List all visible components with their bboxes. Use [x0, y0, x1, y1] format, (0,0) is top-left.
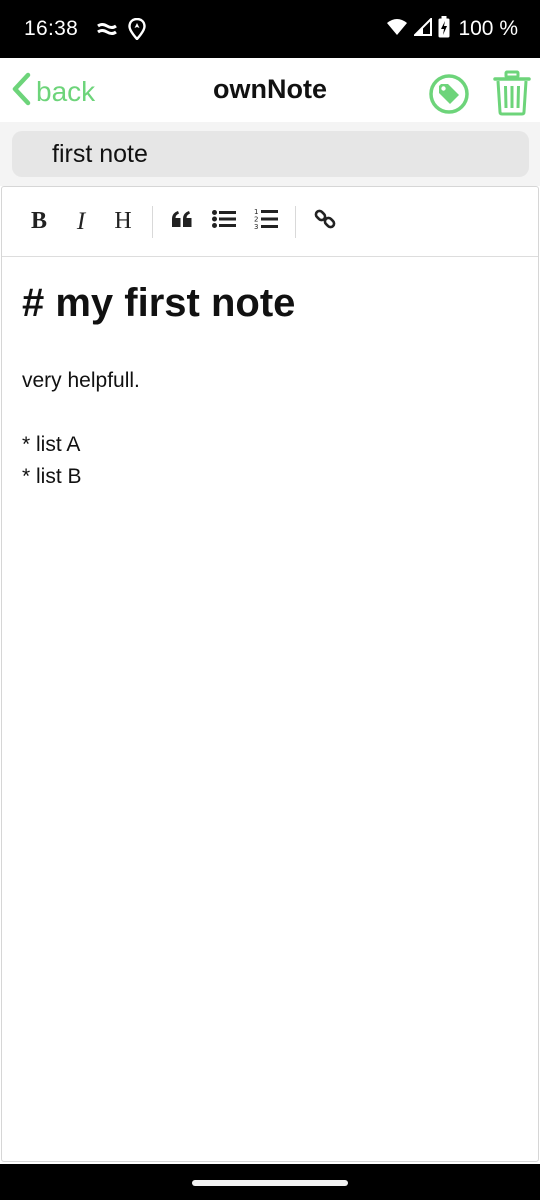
home-handle[interactable]	[192, 1180, 348, 1186]
title-area	[0, 122, 540, 186]
tag-button[interactable]	[428, 73, 470, 115]
messages-icon	[96, 21, 118, 37]
numbered-list-button[interactable]: 1 2 3	[245, 201, 287, 243]
quote-button[interactable]	[161, 201, 203, 243]
tag-icon	[428, 74, 470, 119]
bold-button[interactable]: B	[18, 201, 60, 243]
link-icon	[314, 208, 336, 235]
signal-icon	[413, 16, 433, 41]
toolbar-divider	[152, 205, 153, 238]
bullet-list-icon	[212, 210, 236, 233]
markdown-line: * list B	[22, 465, 82, 488]
markdown-line: * list A	[22, 433, 81, 456]
link-button[interactable]	[304, 201, 346, 243]
markdown-line	[22, 397, 518, 429]
status-bar: 16:38 100 %	[0, 0, 540, 58]
delete-button[interactable]	[493, 70, 531, 116]
trash-icon	[493, 70, 531, 120]
battery-percent: 100 %	[458, 17, 518, 40]
markdown-line: very helpfull.	[22, 369, 140, 392]
location-icon	[128, 18, 146, 40]
quote-icon	[171, 210, 193, 233]
markdown-editor: B I H 1 2 3 # my first note very helpful…	[1, 186, 539, 1162]
editor-content[interactable]: # my first note very helpfull. * list A …	[2, 257, 538, 515]
markdown-heading: # my first note	[22, 281, 296, 325]
svg-text:3: 3	[254, 223, 258, 230]
navigation-bar	[0, 1164, 540, 1200]
app-header: back ownNote	[0, 58, 540, 122]
bullet-list-button[interactable]	[203, 201, 245, 243]
battery-charging-icon	[438, 15, 450, 43]
wifi-icon	[386, 18, 408, 41]
note-title-input[interactable]	[12, 131, 529, 177]
heading-button[interactable]: H	[102, 201, 144, 243]
editor-toolbar: B I H 1 2 3	[2, 187, 538, 257]
toolbar-divider	[295, 205, 296, 238]
italic-button[interactable]: I	[60, 201, 102, 243]
status-time: 16:38	[24, 17, 79, 40]
status-right: 100 %	[386, 15, 518, 43]
numbered-list-icon: 1 2 3	[254, 208, 278, 235]
